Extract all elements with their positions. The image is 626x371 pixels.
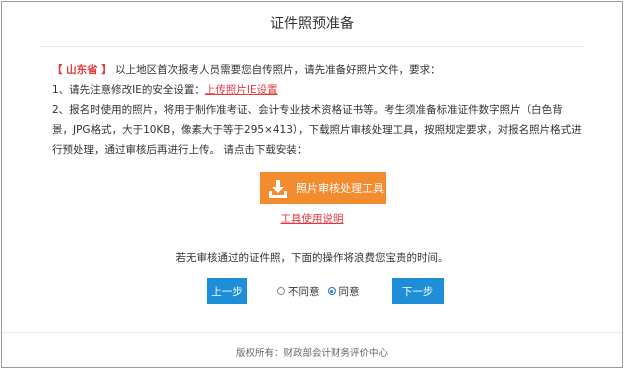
tool-doc-link[interactable]: 工具使用说明	[281, 213, 344, 225]
download-tool-button[interactable]: 照片审核处理工具	[260, 172, 386, 204]
action-row: 上一步 不同意 同意 下一步	[207, 278, 444, 304]
download-icon	[269, 180, 287, 198]
instruction-line-1: 【 山东省 】 以上地区首次报考人员需要您自传照片，请先准备好照片文件，要求：	[52, 60, 582, 80]
warning-notice: 若无审核通过的证件照，下面的操作将浪费您宝贵的时间。	[175, 252, 449, 264]
disagree-label: 不同意	[288, 285, 320, 298]
next-button[interactable]: 下一步	[391, 278, 444, 304]
page-frame: 证件照预准备 【 山东省 】 以上地区首次报考人员需要您自传照片，请先准备好照片…	[1, 1, 623, 368]
region-label: 【 山东省 】	[52, 64, 112, 76]
prev-button[interactable]: 上一步	[207, 278, 247, 304]
agreement-radio-group: 不同意 同意	[277, 284, 368, 299]
instruction-line-3: 2、报名时使用的照片，将用于制作准考证、会计专业技术资格证书等。考生须准备标准证…	[52, 104, 582, 156]
instruction-text-2: 1、请先注意修改IE的安全设置：	[52, 84, 205, 96]
instruction-line-2: 1、请先注意修改IE的安全设置：上传照片IE设置	[52, 80, 582, 100]
radio-checked-icon	[327, 287, 336, 295]
download-tool-label: 照片审核处理工具	[296, 182, 384, 195]
instruction-text-1: 以上地区首次报考人员需要您自传照片，请先准备好照片文件，要求：	[115, 64, 441, 76]
radio-unchecked-icon	[277, 287, 285, 295]
agree-radio[interactable]: 同意	[327, 284, 360, 299]
title-divider	[39, 46, 585, 47]
ie-settings-link[interactable]: 上传照片IE设置	[205, 84, 278, 96]
disagree-radio[interactable]: 不同意	[277, 284, 320, 299]
footer-copyright: 版权所有：财政部会计财务评价中心	[235, 348, 388, 359]
page-title: 证件照预准备	[270, 16, 354, 32]
footer-divider	[2, 332, 622, 333]
agree-label: 同意	[338, 285, 360, 298]
tool-doc-wrap: 工具使用说明	[2, 211, 622, 226]
